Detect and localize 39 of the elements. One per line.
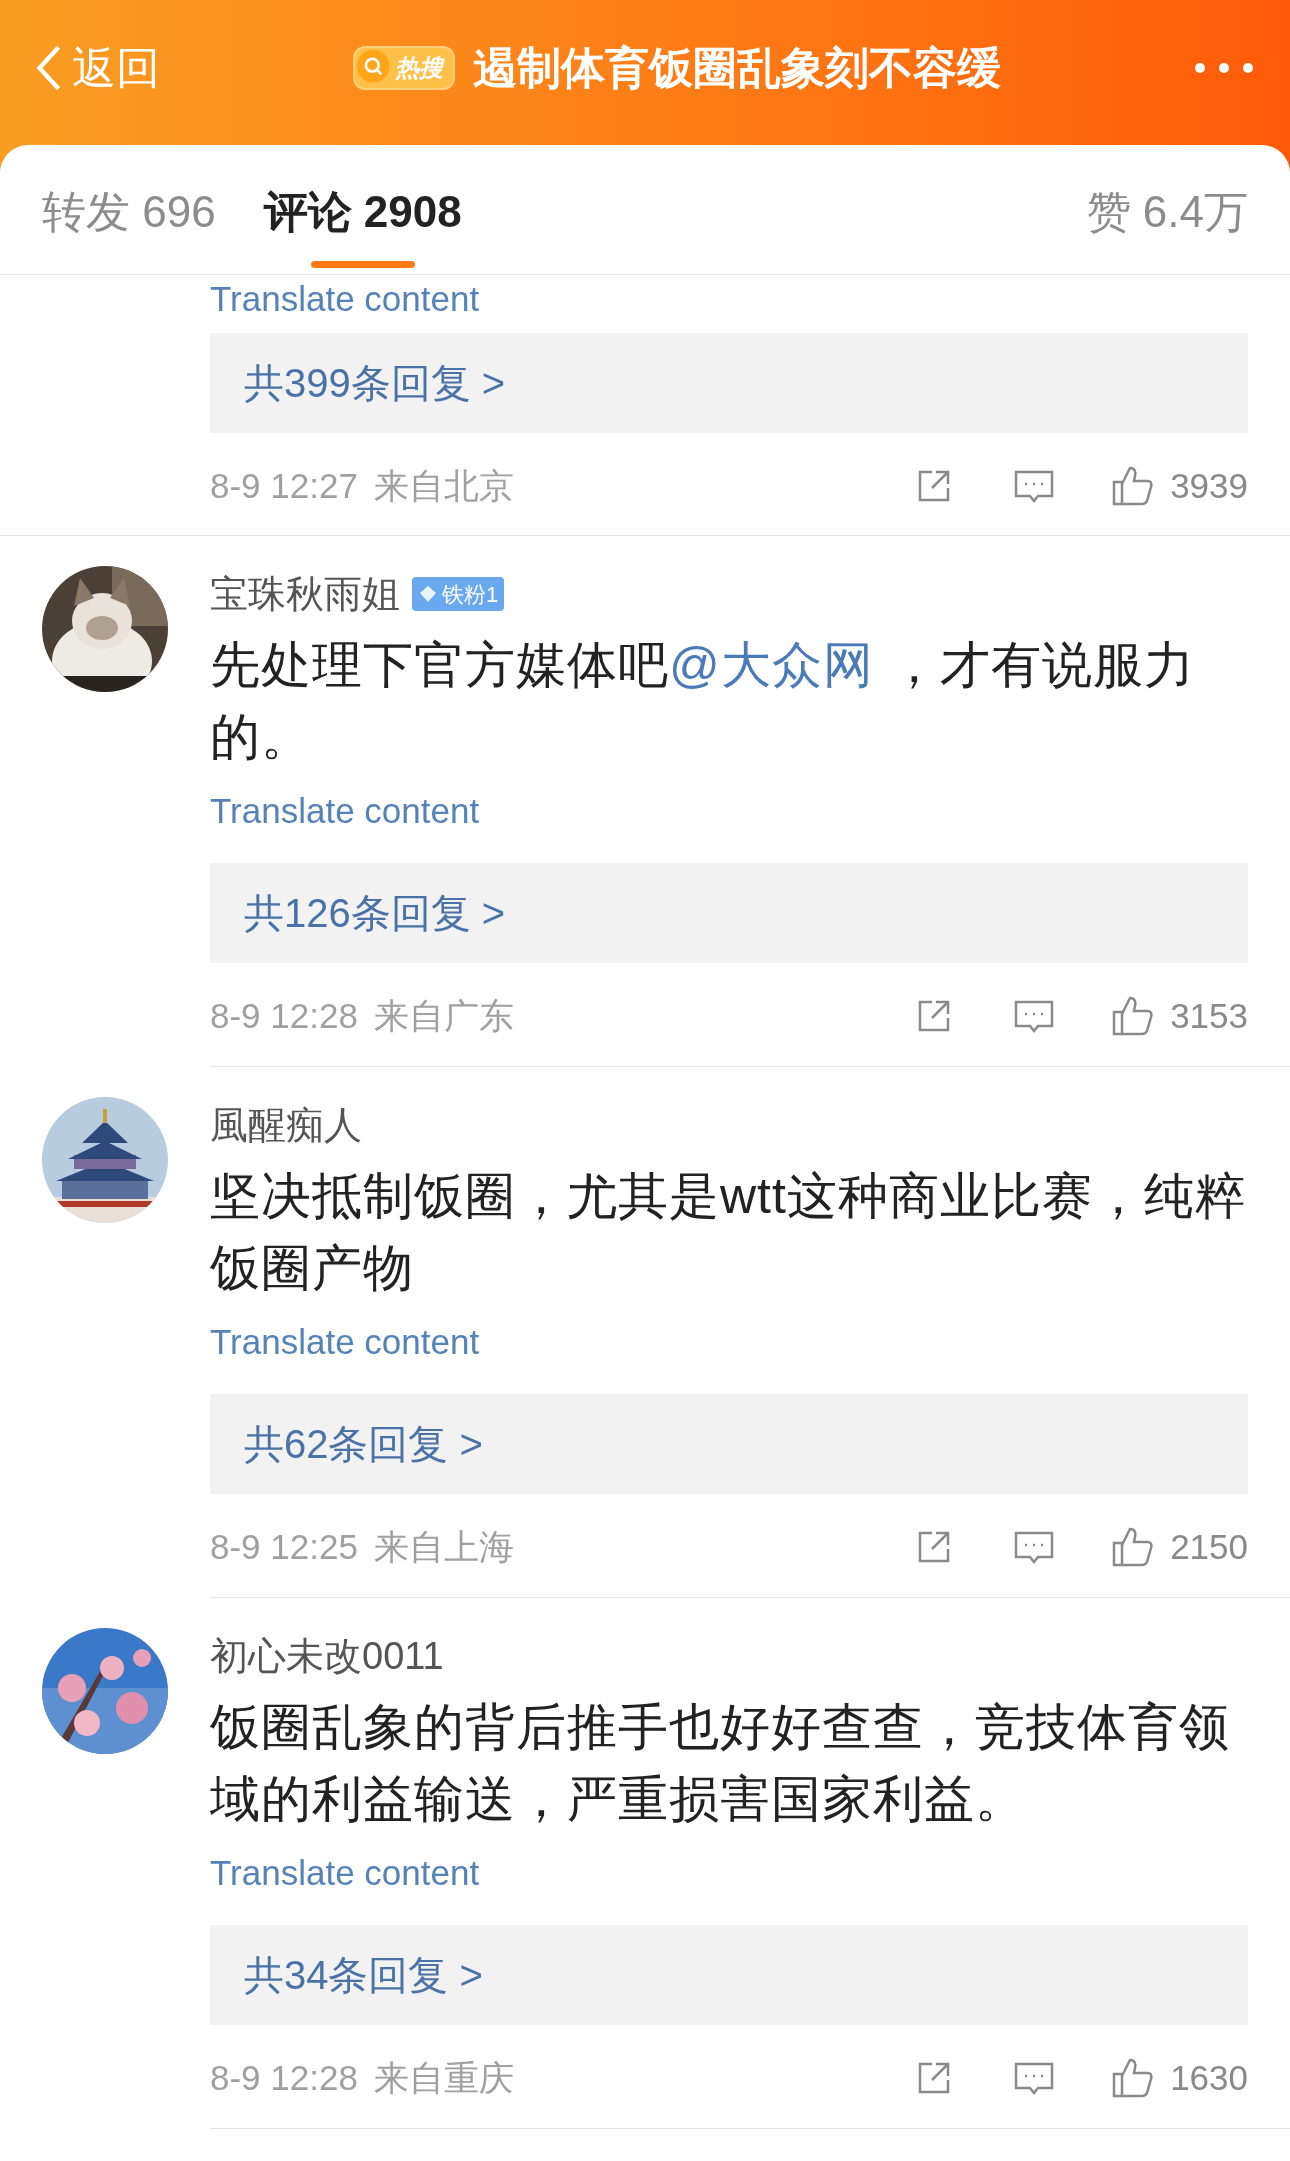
comment-text: 先处理下官方媒体吧@大众网 ，才有说服力的。 (210, 636, 1196, 767)
tab[interactable]: 赞 6.4万 (1086, 145, 1248, 274)
back-button[interactable]: 返回 (36, 34, 160, 101)
replies-button[interactable]: 共399条回复 > (210, 333, 1248, 433)
comment-time: 8-9 12:28 (210, 994, 358, 1037)
translate-link[interactable]: Translate content (210, 1846, 480, 1900)
like-count: 3939 (1170, 464, 1248, 507)
like-count: 1630 (1170, 2056, 1248, 2099)
comment-location: 来自上海 (373, 1525, 514, 1568)
username[interactable]: 初心未改0011 (210, 1627, 444, 1685)
replies-button[interactable]: 共126条回复 > (210, 863, 1248, 963)
username[interactable]: 宝珠秋雨姐 (210, 565, 400, 623)
username[interactable]: 風醒痴人 (210, 1096, 362, 1154)
translate-link[interactable]: Translate content (210, 1315, 480, 1369)
more-icon[interactable] (1194, 61, 1254, 74)
translate-link[interactable]: Translate content (210, 275, 480, 326)
replies-button[interactable]: 共34条回复 > (210, 1925, 1248, 2025)
comment-time: 8-9 12:27 (210, 464, 358, 507)
thumb-up-icon[interactable] (1110, 464, 1155, 508)
mention-link[interactable]: @大众网 (669, 637, 874, 693)
comment-time: 8-9 12:25 (210, 1525, 358, 1568)
tab[interactable]: 评论 2908 (263, 145, 462, 274)
replies-button[interactable]: 共62条回复 > (210, 1394, 1248, 1494)
tab[interactable]: 转发 696 (42, 145, 216, 274)
thumb-up-icon[interactable] (1110, 1525, 1155, 1569)
like-count: 2150 (1170, 1525, 1248, 1568)
like-count: 3153 (1170, 994, 1248, 1037)
comment-text: 坚决抵制饭圈，尤其是wtt这种商业比赛，纯粹饭圈产物 (210, 1167, 1247, 1298)
thumb-up-icon[interactable] (1110, 2056, 1155, 2100)
translate-link[interactable]: Translate content (210, 784, 480, 838)
comment-time: 8-9 12:28 (210, 2056, 358, 2099)
comment-location: 来自重庆 (373, 2056, 514, 2099)
thumb-up-icon[interactable] (1110, 994, 1155, 1038)
fan-badge: 铁粉1 (412, 577, 505, 611)
comment-location: 来自广东 (373, 994, 514, 1037)
page-title: 遏制体育饭圈乱象刻不容缓 (473, 41, 1001, 94)
comment-text: 饭圈乱象的背后推手也好好查查，竞技体育领域的利益输送，严重损害国家利益。 (210, 1698, 1231, 1829)
diamond-icon (418, 584, 438, 604)
comment-location: 来自北京 (373, 464, 514, 507)
